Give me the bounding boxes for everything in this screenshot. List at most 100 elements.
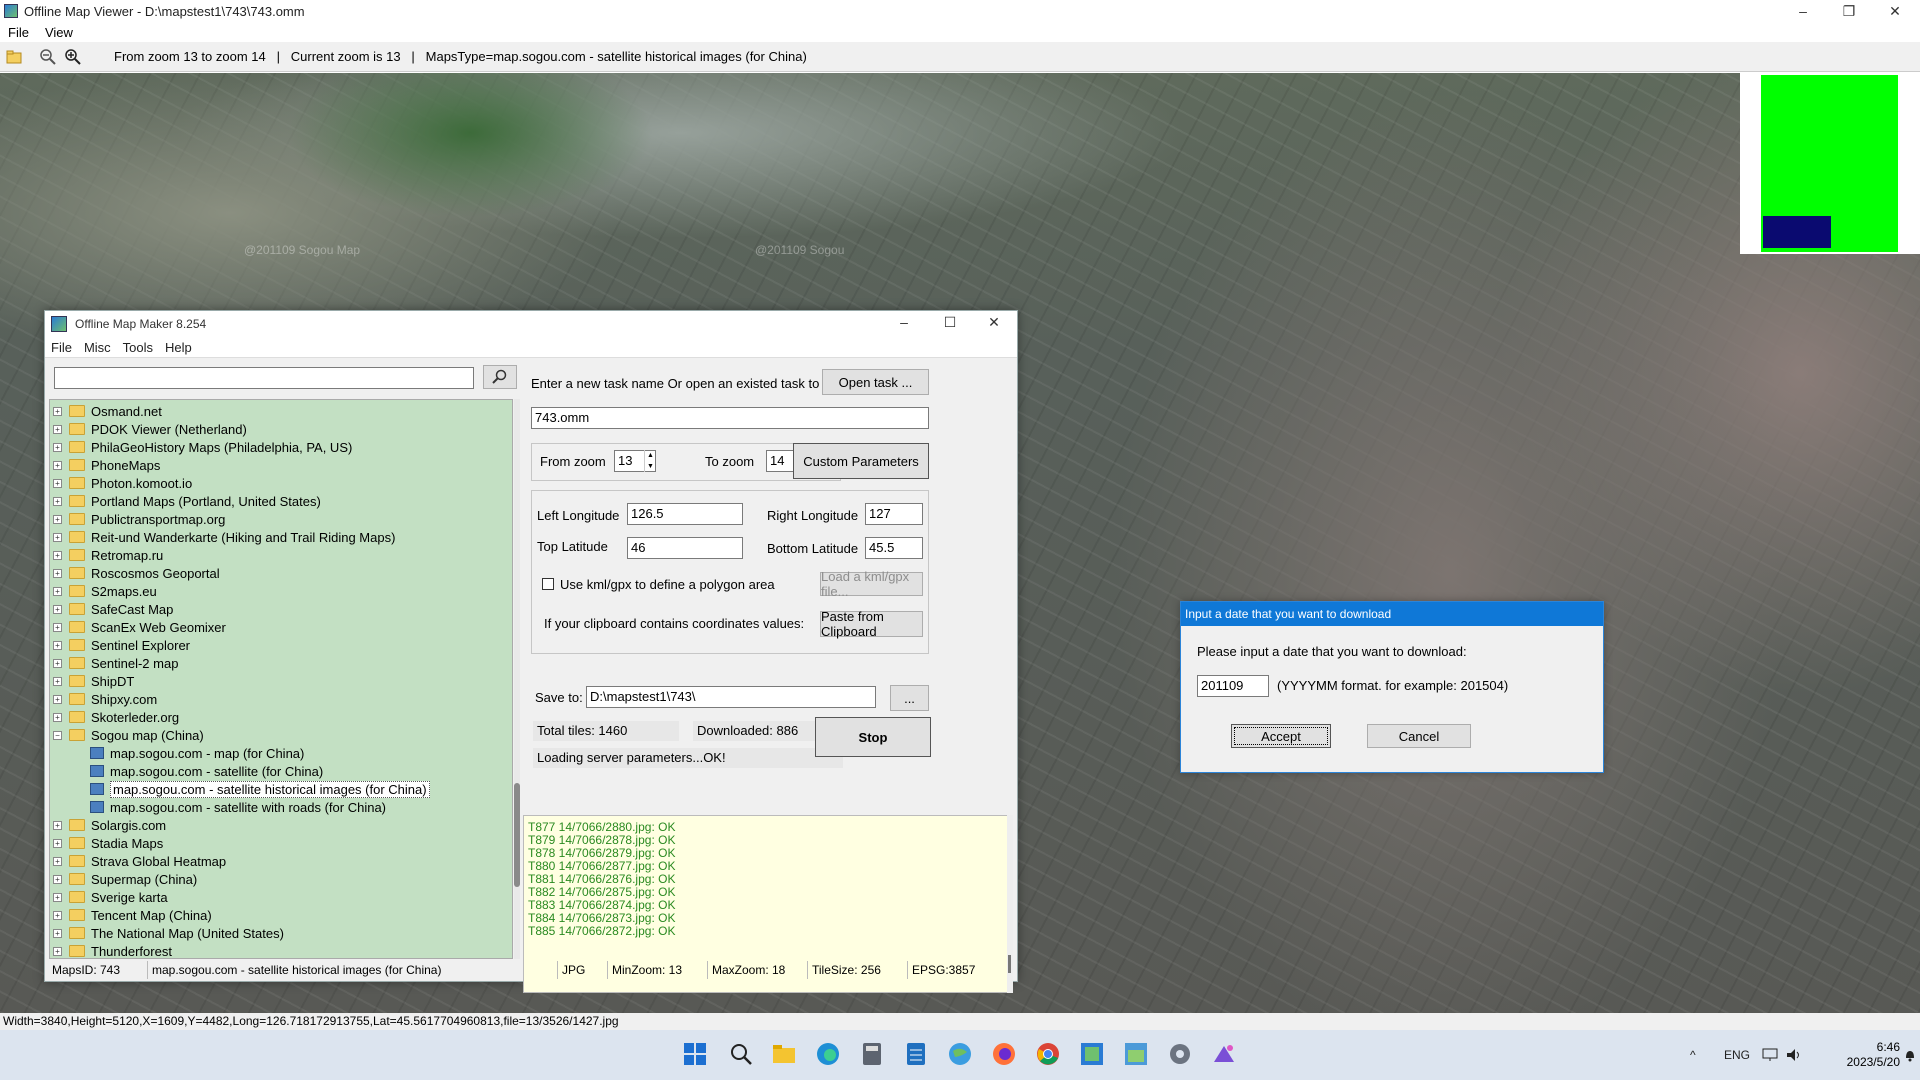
network-icon[interactable] bbox=[1762, 1030, 1778, 1080]
chrome-icon[interactable] bbox=[1034, 1040, 1062, 1068]
tree-folder-item[interactable]: + Sentinel Explorer bbox=[50, 636, 190, 654]
tree-folder-item[interactable]: + Shipxy.com bbox=[50, 690, 157, 708]
save-to-input[interactable]: D:\mapstest1\743\ bbox=[586, 686, 876, 708]
tree-folder-item[interactable]: + Stadia Maps bbox=[50, 834, 163, 852]
notification-icon[interactable] bbox=[1904, 1030, 1916, 1080]
tree-folder-item[interactable]: + ScanEx Web Geomixer bbox=[50, 618, 226, 636]
minimize-button[interactable]: – bbox=[1780, 0, 1826, 22]
expand-icon[interactable]: + bbox=[53, 496, 62, 506]
tree-folder-item[interactable]: + Osmand.net bbox=[50, 402, 162, 420]
close-button[interactable]: ✕ bbox=[1872, 0, 1918, 22]
tree-folder-item[interactable]: + PDOK Viewer (Netherland) bbox=[50, 420, 247, 438]
open-folder-icon[interactable] bbox=[3, 46, 25, 68]
tree-folder-item[interactable]: + Publictransportmap.org bbox=[50, 510, 225, 528]
cancel-button[interactable]: Cancel bbox=[1367, 724, 1471, 748]
tree-folder-item[interactable]: + The National Map (United States) bbox=[50, 924, 284, 942]
volume-icon[interactable] bbox=[1786, 1030, 1802, 1080]
expand-icon[interactable]: + bbox=[53, 946, 62, 956]
minimap-viewport[interactable] bbox=[1763, 216, 1831, 248]
tree-folder-item[interactable]: + Roscosmos Geoportal bbox=[50, 564, 220, 582]
tree-folder-item[interactable]: + Sverige karta bbox=[50, 888, 168, 906]
right-longitude-input[interactable]: 127 bbox=[865, 503, 923, 525]
expand-icon[interactable]: + bbox=[53, 460, 62, 470]
tree-scroll-thumb[interactable] bbox=[514, 783, 520, 887]
tree-folder-item[interactable]: + Thunderforest bbox=[50, 942, 172, 958]
expand-icon[interactable]: + bbox=[53, 424, 62, 434]
maker-minimize-button[interactable]: – bbox=[881, 314, 927, 334]
map-viewer-icon[interactable] bbox=[1078, 1040, 1106, 1068]
expand-icon[interactable]: + bbox=[53, 892, 62, 902]
expand-icon[interactable]: + bbox=[53, 442, 62, 452]
expand-icon[interactable]: + bbox=[53, 406, 62, 416]
expand-icon[interactable]: + bbox=[53, 874, 62, 884]
maps-tree[interactable]: + Osmand.net + PDOK Viewer (Netherland) + Phi… bbox=[49, 399, 513, 959]
expand-icon[interactable]: + bbox=[53, 568, 62, 578]
tree-folder-item[interactable]: + Tencent Map (China) bbox=[50, 906, 212, 924]
tree-scrollbar[interactable] bbox=[514, 399, 520, 959]
tree-folder-item[interactable]: + Sentinel-2 map bbox=[50, 654, 178, 672]
expand-icon[interactable]: + bbox=[53, 658, 62, 668]
search-button[interactable] bbox=[483, 365, 517, 389]
tree-folder-item[interactable]: + ShipDT bbox=[50, 672, 134, 690]
notepad-icon[interactable] bbox=[902, 1040, 930, 1068]
expand-icon[interactable]: + bbox=[53, 640, 62, 650]
expand-icon[interactable]: + bbox=[53, 604, 62, 614]
calculator-icon[interactable] bbox=[858, 1040, 886, 1068]
tray-overflow-icon[interactable]: ^ bbox=[1690, 1030, 1696, 1080]
expand-icon[interactable]: + bbox=[53, 622, 62, 632]
overview-minimap[interactable] bbox=[1740, 73, 1920, 254]
bottom-latitude-input[interactable]: 45.5 bbox=[865, 537, 923, 559]
paste-clipboard-button[interactable]: Paste from Clipboard bbox=[820, 609, 923, 639]
tree-folder-item[interactable]: + Supermap (China) bbox=[50, 870, 197, 888]
search-icon[interactable] bbox=[727, 1040, 755, 1068]
expand-icon[interactable]: + bbox=[53, 694, 62, 704]
menu-view[interactable]: View bbox=[37, 25, 81, 40]
zoom-in-icon[interactable] bbox=[62, 46, 84, 68]
zoom-out-icon[interactable] bbox=[37, 46, 59, 68]
expand-icon[interactable]: + bbox=[53, 550, 62, 560]
expand-icon[interactable]: + bbox=[53, 910, 62, 920]
open-task-button[interactable]: Open task ... bbox=[822, 369, 929, 395]
tree-folder-item[interactable]: + Reit-und Wanderkarte (Hiking and Trail … bbox=[50, 528, 395, 546]
expand-icon[interactable]: + bbox=[53, 712, 62, 722]
paint-icon[interactable] bbox=[1210, 1040, 1238, 1068]
expand-icon[interactable]: + bbox=[53, 928, 62, 938]
expand-icon[interactable]: + bbox=[53, 586, 62, 596]
expand-icon[interactable]: + bbox=[53, 676, 62, 686]
tree-folder-item[interactable]: + Photon.komoot.io bbox=[50, 474, 192, 492]
start-icon[interactable] bbox=[681, 1040, 709, 1068]
firefox-icon[interactable] bbox=[990, 1040, 1018, 1068]
maps-search-input[interactable] bbox=[54, 367, 474, 389]
expand-icon[interactable]: + bbox=[53, 514, 62, 524]
tree-folder-item[interactable]: − Sogou map (China) bbox=[50, 726, 204, 744]
maker-menu-tools[interactable]: Tools bbox=[117, 340, 159, 355]
tree-folder-item[interactable]: + Portland Maps (Portland, United States) bbox=[50, 492, 321, 510]
menu-file[interactable]: File bbox=[0, 25, 37, 40]
kml-checkbox[interactable] bbox=[542, 578, 554, 590]
tree-folder-item[interactable]: + PhilaGeoHistory Maps (Philadelphia, PA,… bbox=[50, 438, 352, 456]
maker-maximize-button[interactable]: ☐ bbox=[927, 314, 973, 334]
date-input[interactable]: 201109 bbox=[1197, 675, 1269, 697]
tree-leaf-item[interactable]: map.sogou.com - satellite with roads (fo… bbox=[50, 798, 386, 816]
tree-folder-item[interactable]: + SafeCast Map bbox=[50, 600, 173, 618]
settings-icon[interactable] bbox=[1166, 1040, 1194, 1068]
file-explorer-icon[interactable] bbox=[770, 1040, 798, 1068]
stop-button[interactable]: Stop bbox=[815, 717, 931, 757]
task-name-input[interactable]: 743.omm bbox=[531, 407, 929, 429]
tree-folder-item[interactable]: + PhoneMaps bbox=[50, 456, 160, 474]
tree-folder-item[interactable]: + Retromap.ru bbox=[50, 546, 163, 564]
browse-button[interactable]: ... bbox=[890, 685, 929, 711]
tree-folder-item[interactable]: + Skoterleder.org bbox=[50, 708, 179, 726]
tree-folder-item[interactable]: + S2maps.eu bbox=[50, 582, 157, 600]
top-latitude-input[interactable]: 46 bbox=[627, 537, 743, 559]
accept-button[interactable]: Accept bbox=[1231, 724, 1331, 748]
tree-folder-item[interactable]: + Strava Global Heatmap bbox=[50, 852, 226, 870]
expand-icon[interactable]: + bbox=[53, 820, 62, 830]
maker-close-button[interactable]: ✕ bbox=[971, 314, 1017, 334]
maker-menu-misc[interactable]: Misc bbox=[78, 340, 117, 355]
collapse-icon[interactable]: − bbox=[53, 730, 62, 740]
load-kml-button[interactable]: Load a kml/gpx file... bbox=[820, 569, 923, 599]
left-longitude-input[interactable]: 126.5 bbox=[627, 503, 743, 525]
tree-leaf-item[interactable]: map.sogou.com - map (for China) bbox=[50, 744, 304, 762]
restore-button[interactable]: ❐ bbox=[1826, 0, 1872, 22]
